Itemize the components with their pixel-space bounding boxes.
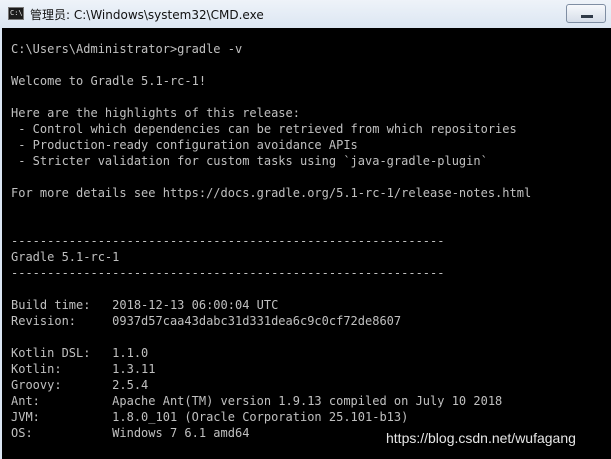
watermark: https://blog.csdn.net/wufagang bbox=[386, 430, 576, 446]
info-line: Build time: 2018-12-13 06:00:04 UTC bbox=[11, 298, 279, 312]
highlight-line: - Control which dependencies can be retr… bbox=[11, 122, 517, 136]
highlight-line: - Production-ready configuration avoidan… bbox=[11, 138, 358, 152]
minimize-icon bbox=[581, 15, 593, 18]
highlights-title: Here are the highlights of this release: bbox=[11, 106, 300, 120]
welcome-line: Welcome to Gradle 5.1-rc-1! bbox=[11, 74, 207, 88]
command-prompt: C:\Users\Administrator>gradle -v bbox=[11, 42, 243, 56]
info-line: Kotlin DSL: 1.1.0 bbox=[11, 346, 149, 360]
separator-line: ----------------------------------------… bbox=[11, 266, 445, 280]
info-line: Kotlin: 1.3.11 bbox=[11, 362, 156, 376]
highlight-line: - Stricter validation for custom tasks u… bbox=[11, 154, 488, 168]
info-line: Ant: Apache Ant(TM) version 1.9.13 compi… bbox=[11, 394, 503, 408]
window-title: 管理员: C:\Windows\system32\CMD.exe bbox=[30, 8, 264, 22]
info-line: Revision: 0937d57caa43dabc31d331dea6c9c0… bbox=[11, 314, 402, 328]
minimize-button[interactable] bbox=[566, 4, 606, 23]
version-header: Gradle 5.1-rc-1 bbox=[11, 250, 120, 264]
cmd-icon-label: C:\. bbox=[10, 9, 27, 17]
info-line: OS: Windows 7 6.1 amd64 bbox=[11, 426, 250, 440]
info-line: JVM: 1.8.0_101 (Oracle Corporation 25.10… bbox=[11, 410, 409, 424]
cmd-icon[interactable]: C:\. bbox=[8, 7, 27, 20]
console-output[interactable]: C:\Users\Administrator>gradle -v Welcome… bbox=[2, 28, 611, 459]
cmd-window: C:\. 管理员: C:\Windows\system32\CMD.exe C:… bbox=[0, 0, 611, 459]
title-bar[interactable]: C:\. 管理员: C:\Windows\system32\CMD.exe bbox=[0, 0, 611, 28]
separator-line: ----------------------------------------… bbox=[11, 234, 445, 248]
info-line: Groovy: 2.5.4 bbox=[11, 378, 149, 392]
release-notes-line: For more details see https://docs.gradle… bbox=[11, 186, 532, 200]
